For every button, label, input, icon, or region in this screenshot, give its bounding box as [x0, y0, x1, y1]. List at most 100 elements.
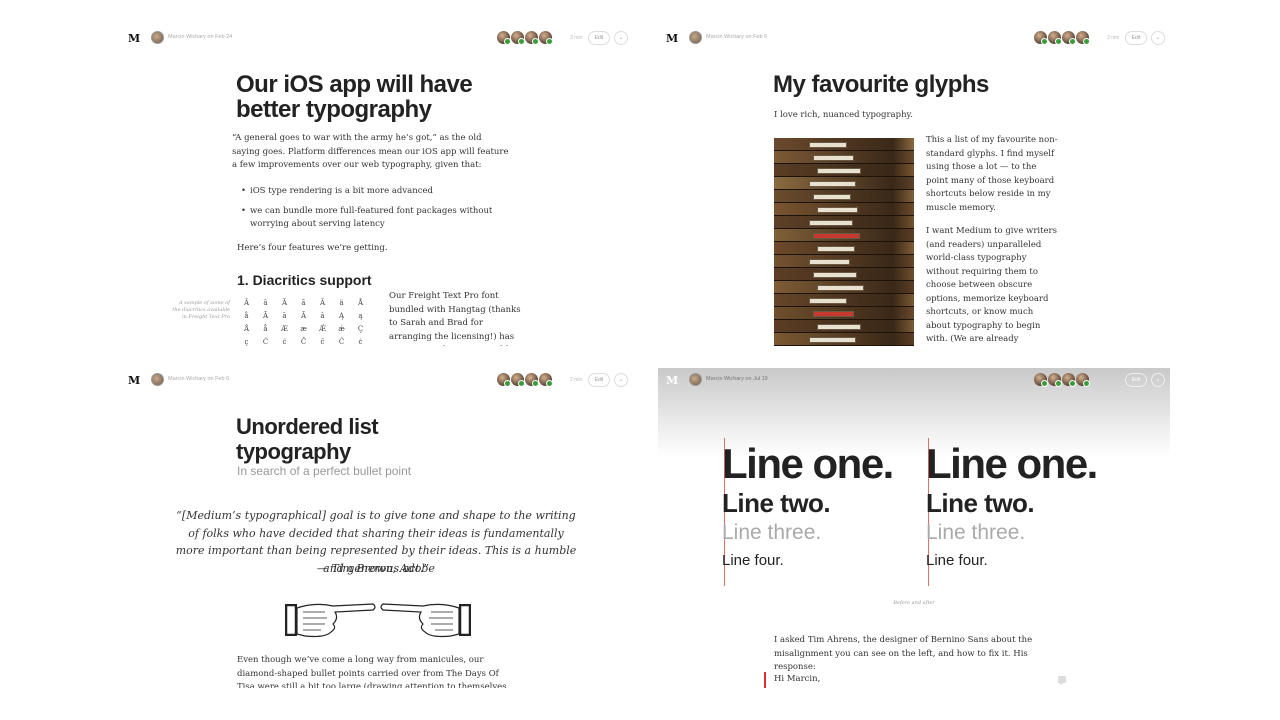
- drawer-label: [809, 181, 856, 187]
- recommender-avatar[interactable]: [497, 373, 511, 387]
- comment-icon[interactable]: [1058, 676, 1066, 685]
- drawer-label: [813, 155, 854, 161]
- recommenders: [497, 31, 553, 45]
- drawer: [774, 307, 914, 320]
- drawer-label: [809, 298, 847, 304]
- medium-logo[interactable]: M: [128, 32, 140, 45]
- line-four: Line four.: [722, 552, 784, 569]
- glyph-cell: Ä: [319, 299, 326, 307]
- glyph-cell: Ā: [262, 312, 269, 320]
- glyph-cell: Ç: [357, 325, 364, 333]
- glyph-cell: ã: [301, 299, 306, 307]
- recommender-avatar[interactable]: [497, 31, 511, 45]
- glyph-cell: ċ: [358, 338, 363, 346]
- recommender-avatar[interactable]: [1076, 373, 1090, 387]
- article-title: Our iOS app will have better typography: [236, 71, 473, 123]
- drawer-label: [813, 272, 857, 278]
- edit-button[interactable]: Edit: [1125, 373, 1147, 387]
- recommender-avatar[interactable]: [511, 373, 525, 387]
- article-preview-favourite-glyphs: M Marcin Wichary on Feb 6 3 min Edit ⌄ M…: [658, 26, 1170, 346]
- recommenders: [1034, 31, 1090, 45]
- medium-logo[interactable]: M: [666, 32, 678, 45]
- glyph-cell: ç: [244, 338, 249, 346]
- line-two: Line two.: [722, 488, 831, 518]
- chevron-down-icon[interactable]: ⌄: [614, 31, 628, 45]
- medium-logo[interactable]: M: [666, 374, 678, 387]
- chevron-down-icon[interactable]: ⌄: [1151, 31, 1165, 45]
- drawer: [774, 333, 914, 346]
- glyph-cell: å: [244, 312, 249, 320]
- recommender-avatar[interactable]: [1062, 373, 1076, 387]
- article-title: Unordered list typography: [236, 414, 379, 464]
- drawer-label: [809, 142, 847, 148]
- recommender-avatar[interactable]: [1034, 373, 1048, 387]
- glyph-cell: ć: [282, 338, 287, 346]
- glyph-cell: Ǽ: [318, 325, 326, 333]
- type-case-photo: [774, 138, 914, 346]
- author-meta[interactable]: Marcin Wichary on Feb 6: [168, 376, 229, 382]
- glyph-cell: Å: [357, 299, 364, 307]
- recommender-avatar[interactable]: [511, 31, 525, 45]
- author-meta[interactable]: Marcin Wichary on Jul 19: [706, 376, 768, 382]
- recommender-avatar[interactable]: [1048, 31, 1062, 45]
- article-topbar: M Marcin Wichary on Feb 24 3 min Edit ⌄: [120, 26, 632, 50]
- recommender-avatar[interactable]: [1062, 31, 1076, 45]
- paragraph: Here’s four features we’re getting.: [237, 243, 388, 253]
- author-avatar[interactable]: [689, 373, 702, 386]
- diacritics-figure: Ââ Ãã Ää Åå Āā Ăă Ąą Ǻǻ Ææ Ǽǽ Çç Ćć Ĉĉ Ċċ: [237, 298, 370, 346]
- intro-paragraph: I love rich, nuanced typography.: [774, 110, 913, 120]
- glyph-cell: â: [263, 299, 268, 307]
- edit-button[interactable]: Edit: [1125, 31, 1147, 45]
- drawer-label: [809, 220, 853, 226]
- drawer-label: [809, 337, 856, 343]
- manicule-right-icon: [285, 603, 376, 638]
- recommender-avatar[interactable]: [1076, 31, 1090, 45]
- author-meta[interactable]: Marcin Wichary on Feb 6: [706, 34, 767, 40]
- drawer-label: [817, 285, 864, 291]
- recommender-avatar[interactable]: [1048, 373, 1062, 387]
- recommender-avatar[interactable]: [539, 31, 553, 45]
- manicule-left-icon: [380, 603, 471, 638]
- author-avatar[interactable]: [151, 31, 164, 44]
- drawer: [774, 151, 914, 164]
- chevron-down-icon[interactable]: ⌄: [1151, 373, 1165, 387]
- drawer: [774, 281, 914, 294]
- author-avatar[interactable]: [151, 373, 164, 386]
- drawer: [774, 203, 914, 216]
- drawer: [774, 242, 914, 255]
- line-three: Line three.: [722, 521, 822, 544]
- glyph-cell: Ă: [300, 312, 307, 320]
- article-topbar: M Marcin Wichary on Feb 6 3 min Edit ⌄: [658, 26, 1170, 50]
- recommender-avatar[interactable]: [525, 31, 539, 45]
- paragraph: I asked Tim Ahrens, the designer of Bern…: [774, 635, 1033, 672]
- author-avatar[interactable]: [689, 31, 702, 44]
- manicules-illustration: [285, 603, 471, 638]
- line-four: Line four.: [926, 552, 988, 569]
- glyph-cell: ĉ: [320, 338, 325, 346]
- glyph-cell: ǽ: [338, 325, 345, 333]
- figure-caption: A sample of some of the diacritics avail…: [172, 300, 230, 320]
- drawer: [774, 229, 914, 242]
- glyph-cell: Æ: [280, 325, 288, 333]
- glyph-cell: ä: [339, 299, 344, 307]
- read-time: 3 min: [1107, 35, 1120, 41]
- blockquote-text: Hi Marcin,: [774, 674, 821, 684]
- line-three: Line three.: [926, 521, 1026, 544]
- medium-logo[interactable]: M: [128, 374, 140, 387]
- drawer: [774, 164, 914, 177]
- drawer-label: [813, 233, 860, 239]
- article-preview-line-alignment: M Marcin Wichary on Jul 19 Edit ⌄ Line o…: [658, 368, 1170, 688]
- drawer: [774, 190, 914, 203]
- glyph-cell: Ċ: [338, 338, 345, 346]
- edit-button[interactable]: Edit: [588, 373, 610, 387]
- author-meta[interactable]: Marcin Wichary on Feb 24: [168, 34, 232, 40]
- edit-button[interactable]: Edit: [588, 31, 610, 45]
- drawer-label: [809, 259, 850, 265]
- glyph-cell: ă: [320, 312, 325, 320]
- recommender-avatar[interactable]: [525, 373, 539, 387]
- drawer: [774, 138, 914, 151]
- recommender-avatar[interactable]: [1034, 31, 1048, 45]
- recommender-avatar[interactable]: [539, 373, 553, 387]
- chevron-down-icon[interactable]: ⌄: [614, 373, 628, 387]
- paragraph: Even though we’ve come a long way from m…: [237, 655, 507, 688]
